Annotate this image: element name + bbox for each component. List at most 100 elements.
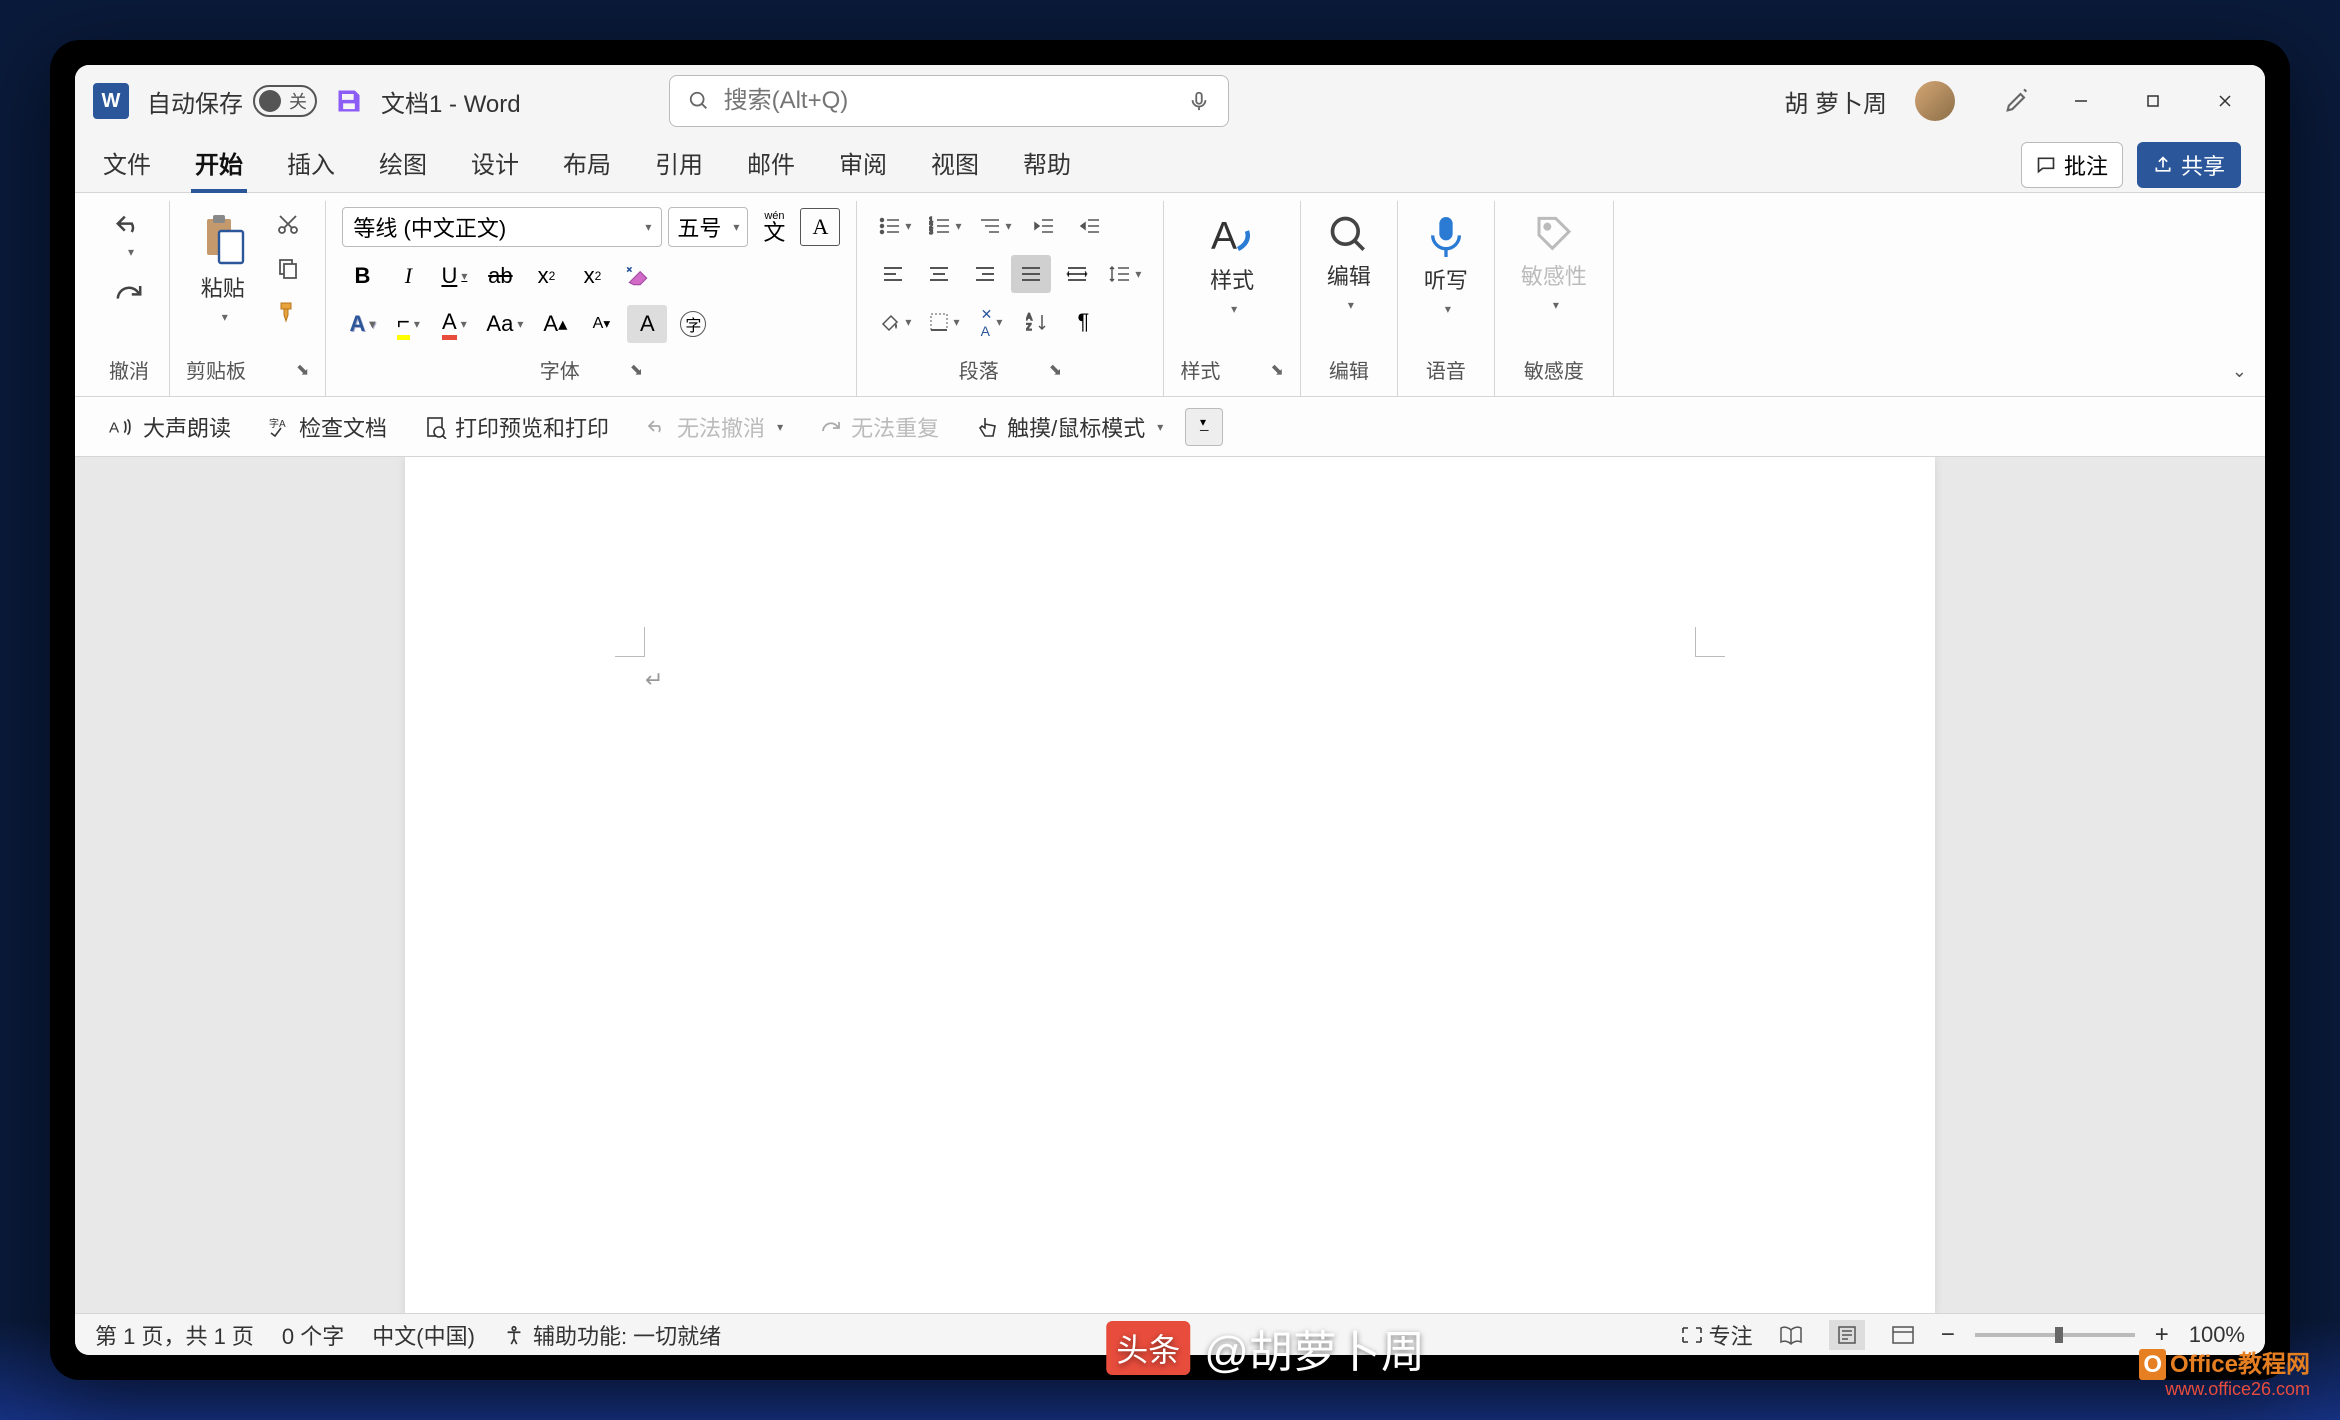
- search-input[interactable]: [724, 87, 1174, 115]
- save-icon[interactable]: [335, 87, 363, 115]
- zoom-out-button[interactable]: −: [1941, 1321, 1955, 1349]
- dictate-button[interactable]: 听写 ▾: [1414, 207, 1478, 323]
- styles-launcher[interactable]: ⬊: [1270, 360, 1283, 380]
- tab-design[interactable]: 设计: [467, 137, 523, 192]
- tab-references[interactable]: 引用: [651, 137, 707, 192]
- focus-mode[interactable]: 专注: [1681, 1319, 1753, 1351]
- share-button[interactable]: 共享: [2137, 142, 2241, 188]
- styles-button[interactable]: A 样式 ▾: [1198, 207, 1266, 323]
- document-area[interactable]: ↵: [75, 457, 2265, 1313]
- subscript-button[interactable]: x2: [526, 257, 566, 295]
- underline-button[interactable]: U▾: [434, 257, 474, 295]
- ribbon-collapse-button[interactable]: ⌄: [2232, 361, 2247, 382]
- read-aloud-button[interactable]: A 大声朗读: [95, 403, 245, 451]
- paste-button[interactable]: 粘贴 ▾: [189, 207, 257, 331]
- tab-layout[interactable]: 布局: [559, 137, 615, 192]
- clipboard-launcher[interactable]: ⬊: [296, 360, 309, 380]
- justify-button[interactable]: [1011, 255, 1051, 293]
- margin-corner-tl: [615, 627, 645, 657]
- font-launcher[interactable]: ⬊: [630, 360, 643, 380]
- align-right-button[interactable]: [965, 255, 1005, 293]
- svg-text:3: 3: [929, 229, 933, 236]
- close-button[interactable]: [2203, 79, 2247, 123]
- group-label-editing: 编辑: [1329, 355, 1369, 384]
- read-mode-icon: [1779, 1325, 1803, 1345]
- show-marks-button[interactable]: ¶: [1063, 303, 1103, 341]
- copy-button[interactable]: [269, 251, 307, 285]
- page-info[interactable]: 第 1 页，共 1 页: [95, 1319, 254, 1351]
- borders-button[interactable]: ▾: [923, 303, 965, 341]
- language-status[interactable]: 中文(中国): [372, 1319, 475, 1351]
- qat-customize-button[interactable]: ▾─: [1185, 408, 1223, 446]
- numbering-button[interactable]: 123▾: [923, 207, 967, 245]
- grow-font-button[interactable]: A▴: [535, 305, 575, 343]
- redo-button[interactable]: [105, 275, 153, 311]
- margin-corner-tr: [1695, 627, 1725, 657]
- shading-button[interactable]: ▾: [873, 303, 917, 341]
- read-mode-button[interactable]: [1773, 1320, 1809, 1350]
- zoom-slider[interactable]: [1975, 1333, 2135, 1337]
- accessibility-status[interactable]: 辅助功能: 一切就绪: [503, 1319, 721, 1351]
- find-icon: [1327, 213, 1371, 257]
- line-spacing-button[interactable]: ▾: [1103, 255, 1147, 293]
- text-effects-button[interactable]: A▾: [342, 305, 382, 343]
- italic-button[interactable]: I: [388, 257, 428, 295]
- maximize-button[interactable]: [2131, 79, 2175, 123]
- check-doc-button[interactable]: 字A 检查文档: [253, 403, 401, 451]
- undo-button[interactable]: ▾: [105, 207, 153, 265]
- tab-file[interactable]: 文件: [99, 137, 155, 192]
- increase-indent-button[interactable]: [1070, 207, 1110, 245]
- font-size-select[interactable]: 五号▾: [668, 207, 748, 247]
- tab-draw[interactable]: 绘图: [375, 137, 431, 192]
- character-shading-button[interactable]: A: [627, 305, 667, 343]
- mic-icon[interactable]: [1188, 87, 1210, 115]
- change-case-button[interactable]: Aa▾: [480, 305, 529, 343]
- share-icon: [2153, 155, 2173, 175]
- sort-button[interactable]: AZ: [1017, 303, 1057, 341]
- distributed-button[interactable]: [1057, 255, 1097, 293]
- minimize-button[interactable]: [2059, 79, 2103, 123]
- highlight-button[interactable]: ⌐▾: [388, 305, 428, 343]
- pen-mode-icon[interactable]: [2003, 87, 2031, 115]
- avatar[interactable]: [1915, 81, 1955, 121]
- tab-mailings[interactable]: 邮件: [743, 137, 799, 192]
- format-painter-button[interactable]: [269, 295, 307, 329]
- tab-view[interactable]: 视图: [927, 137, 983, 192]
- bullets-button[interactable]: ▾: [873, 207, 917, 245]
- print-preview-button[interactable]: 打印预览和打印: [409, 403, 623, 451]
- clear-formatting-button[interactable]: [618, 257, 658, 295]
- search-box[interactable]: [669, 75, 1229, 127]
- decrease-indent-button[interactable]: [1024, 207, 1064, 245]
- phonetic-guide-button[interactable]: wén文: [754, 208, 794, 246]
- tab-home[interactable]: 开始: [191, 137, 247, 192]
- asian-layout-button[interactable]: ✕A▾: [971, 303, 1011, 341]
- autosave-switch[interactable]: 关: [253, 85, 317, 117]
- editing-button[interactable]: 编辑 ▾: [1317, 207, 1381, 319]
- font-name-select[interactable]: 等线 (中文正文)▾: [342, 207, 662, 247]
- shrink-font-button[interactable]: A▾: [581, 305, 621, 343]
- document-page[interactable]: ↵: [405, 457, 1935, 1313]
- search-icon: [688, 90, 710, 112]
- tab-insert[interactable]: 插入: [283, 137, 339, 192]
- print-layout-button[interactable]: [1829, 1320, 1865, 1350]
- font-color-button[interactable]: A▾: [434, 305, 474, 343]
- cut-button[interactable]: [269, 207, 307, 241]
- strikethrough-button[interactable]: ab: [480, 257, 520, 295]
- align-left-button[interactable]: [873, 255, 913, 293]
- tab-review[interactable]: 审阅: [835, 137, 891, 192]
- multilevel-list-button[interactable]: ▾: [973, 207, 1017, 245]
- enclose-characters-button[interactable]: 字: [673, 305, 713, 343]
- character-border-button[interactable]: A: [800, 208, 840, 246]
- document-title: 文档1 - Word: [381, 84, 521, 119]
- web-layout-button[interactable]: [1885, 1320, 1921, 1350]
- comments-button[interactable]: 批注: [2021, 142, 2123, 188]
- align-center-button[interactable]: [919, 255, 959, 293]
- tab-help[interactable]: 帮助: [1019, 137, 1075, 192]
- account-name[interactable]: 胡 萝卜周: [1784, 84, 1887, 119]
- bold-button[interactable]: B: [342, 257, 382, 295]
- superscript-button[interactable]: x2: [572, 257, 612, 295]
- autosave-toggle[interactable]: 自动保存 关: [147, 84, 317, 119]
- touch-mode-button[interactable]: 触摸/鼠标模式 ▾: [961, 403, 1177, 451]
- paragraph-launcher[interactable]: ⬊: [1049, 360, 1062, 380]
- word-count[interactable]: 0 个字: [282, 1319, 344, 1351]
